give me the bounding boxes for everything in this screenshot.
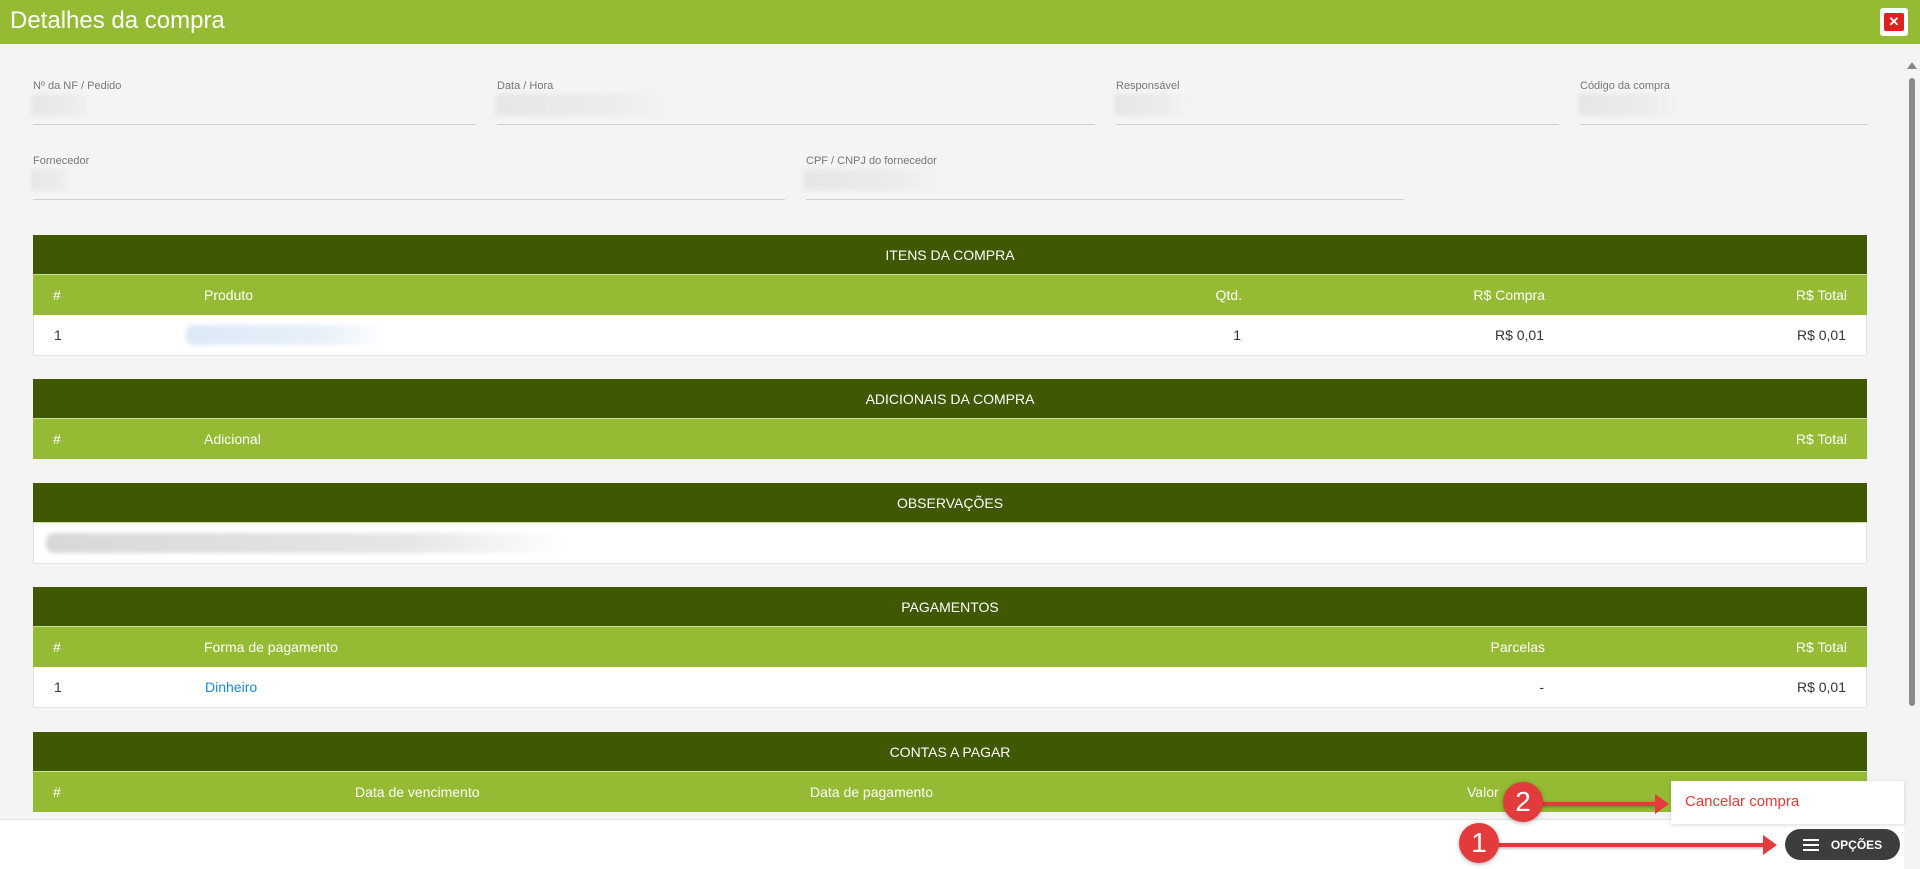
cpf-label: CPF / CNPJ do fornecedor	[806, 155, 937, 167]
close-icon: ✕	[1884, 13, 1904, 31]
table-row[interactable]: 1 Dinheiro - R$ 0,01	[33, 667, 1867, 708]
cpf-value-redacted	[804, 169, 939, 191]
annotation-arrow-2	[1542, 794, 1669, 814]
table-row[interactable]: 1 1 R$ 0,01 R$ 0,01	[33, 315, 1867, 356]
payments-section: PAGAMENTOS # Forma de pagamento Parcelas…	[33, 587, 1867, 708]
cancel-purchase-menu-item[interactable]: Cancelar compra	[1685, 793, 1799, 810]
window-title: Detalhes da compra	[10, 7, 225, 34]
nf-value-redacted	[31, 94, 91, 116]
nf-label: Nº da NF / Pedido	[33, 80, 122, 92]
close-button[interactable]: ✕	[1880, 8, 1908, 36]
code-label: Código da compra	[1580, 80, 1670, 92]
item-qty: 1	[1233, 327, 1241, 343]
options-button-label: OPÇÕES	[1830, 837, 1883, 852]
payables-header-row: # Data de vencimento Data de pagamento V…	[33, 772, 1867, 812]
annotation-arrow-1	[1498, 835, 1777, 855]
col-total: R$ Total	[1795, 287, 1847, 303]
code-value-redacted	[1578, 94, 1678, 116]
items-header-row: # Produto Qtd. R$ Compra R$ Total	[33, 275, 1867, 315]
col-number: #	[53, 287, 61, 303]
payables-section: CONTAS A PAGAR # Data de vencimento Data…	[33, 732, 1867, 812]
responsible-label: Responsável	[1116, 80, 1180, 92]
col-total: R$ Total	[1795, 639, 1847, 655]
payments-header-row: # Forma de pagamento Parcelas R$ Total	[33, 627, 1867, 667]
datetime-field[interactable]: Data / Hora	[495, 80, 1095, 125]
col-payment-date: Data de pagamento	[810, 784, 933, 800]
scroll-up-icon[interactable]	[1907, 62, 1917, 69]
cpf-field[interactable]: CPF / CNPJ do fornecedor	[804, 155, 1404, 200]
annotation-badge-2: 2	[1503, 782, 1543, 822]
observations-section: OBSERVAÇÕES	[33, 483, 1867, 564]
scrollbar-thumb[interactable]	[1909, 78, 1915, 706]
col-due-date: Data de vencimento	[355, 784, 480, 800]
col-payment-method: Forma de pagamento	[204, 639, 338, 655]
items-section-title: ITENS DA COMPRA	[33, 235, 1867, 275]
datetime-value-redacted	[495, 94, 665, 116]
nf-field[interactable]: Nº da NF / Pedido	[31, 80, 476, 125]
supplier-value-redacted	[31, 169, 71, 191]
col-number: #	[53, 639, 61, 655]
responsible-value-redacted	[1114, 94, 1189, 116]
payment-method-link[interactable]: Dinheiro	[205, 679, 257, 695]
payment-number: 1	[54, 679, 62, 695]
annotation-badge-1: 1	[1459, 823, 1499, 863]
payment-total: R$ 0,01	[1796, 679, 1846, 695]
window-titlebar: Detalhes da compra ✕	[0, 0, 1920, 44]
col-installments: Parcelas	[1490, 639, 1545, 655]
items-section: ITENS DA COMPRA # Produto Qtd. R$ Compra…	[33, 235, 1867, 356]
col-qty: Qtd.	[1215, 287, 1242, 303]
col-total: R$ Total	[1795, 431, 1847, 447]
additionals-header-row: # Adicional R$ Total	[33, 419, 1867, 459]
col-number: #	[53, 784, 61, 800]
col-value: Valor	[1467, 784, 1499, 800]
supplier-field[interactable]: Fornecedor	[31, 155, 785, 200]
additionals-section: ADICIONAIS DA COMPRA # Adicional R$ Tota…	[33, 379, 1867, 459]
payments-section-title: PAGAMENTOS	[33, 587, 1867, 627]
payment-installments: -	[1539, 679, 1544, 695]
datetime-label: Data / Hora	[497, 80, 554, 92]
supplier-label: Fornecedor	[33, 155, 90, 167]
observations-text-redacted	[46, 533, 566, 553]
col-additional: Adicional	[204, 431, 261, 447]
observations-body	[33, 523, 1867, 564]
payables-section-title: CONTAS A PAGAR	[33, 732, 1867, 772]
menu-icon	[1802, 838, 1819, 851]
item-number: 1	[54, 327, 62, 343]
options-button[interactable]: OPÇÕES	[1785, 829, 1900, 860]
code-field[interactable]: Código da compra	[1578, 80, 1868, 125]
item-price: R$ 0,01	[1494, 327, 1544, 343]
options-menu: Cancelar compra	[1671, 781, 1904, 824]
product-link-redacted[interactable]	[186, 325, 386, 345]
col-product: Produto	[204, 287, 254, 303]
col-number: #	[53, 431, 61, 447]
responsible-field[interactable]: Responsável	[1114, 80, 1559, 125]
item-total: R$ 0,01	[1796, 327, 1846, 343]
additionals-section-title: ADICIONAIS DA COMPRA	[33, 379, 1867, 419]
vertical-scrollbar[interactable]	[1904, 44, 1920, 819]
purchase-details-content[interactable]: Nº da NF / Pedido Data / Hora Responsáve…	[0, 44, 1904, 819]
col-price: R$ Compra	[1473, 287, 1545, 303]
observations-section-title: OBSERVAÇÕES	[33, 483, 1867, 523]
